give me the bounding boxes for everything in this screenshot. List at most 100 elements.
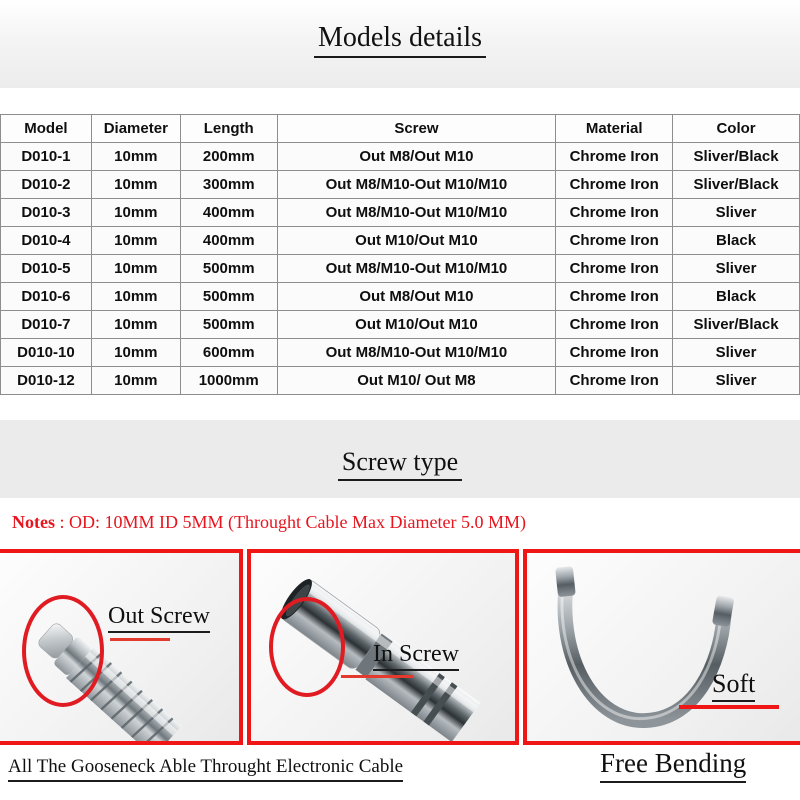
spec-table: Model Diameter Length Screw Material Col… [0,114,800,395]
cell-color: Black [673,227,799,254]
notes-label: Notes [12,511,55,532]
cell-screw: Out M10/Out M10 [277,227,556,254]
cell-diameter: 10mm [91,339,180,366]
gooseneck-cable-caption-text: All The Gooseneck Able Throught Electron… [8,756,404,782]
cell-model: D010-1 [1,143,91,170]
cell-color: Sliver [673,339,799,366]
column-header-model: Model [1,115,91,142]
photo-panel-row: Out Screw In Screw Soft [0,549,800,745]
cell-color: Black [673,283,799,310]
free-bending-caption: Free Bending [600,748,747,783]
cell-material: Chrome Iron [556,367,673,394]
cell-diameter: 10mm [91,255,180,282]
cell-screw: Out M8/M10-Out M10/M10 [277,171,556,198]
table-row: D010-2 10mm 300mm Out M8/M10-Out M10/M10 Chr… [1,171,799,198]
cell-diameter: 10mm [91,311,180,338]
gooseneck-cable-caption: All The Gooseneck Able Throught Electron… [8,756,404,782]
in-screw-label: In Screw [373,641,459,671]
cell-screw: Out M8/Out M10 [277,143,556,170]
cell-screw: Out M8/M10-Out M10/M10 [277,199,556,226]
out-screw-highlight-circle [22,595,104,707]
cell-color: Sliver [673,255,799,282]
out-screw-accent-rule [110,638,170,641]
spacer-below-table [0,392,800,420]
panel-soft-bending: Soft [523,549,800,745]
cell-diameter: 10mm [91,171,180,198]
notes-text: Notes : OD: 10MM ID 5MM (Throught Cable … [0,512,526,533]
column-header-material: Material [556,115,673,142]
cell-material: Chrome Iron [556,311,673,338]
cell-diameter: 10mm [91,227,180,254]
table-row: D010-7 10mm 500mm Out M10/Out M10 Chrome Iro… [1,311,799,338]
screw-type-title: Screw type [0,447,800,481]
cell-color: Sliver [673,367,799,394]
cell-length: 1000mm [180,367,277,394]
table-row: D010-4 10mm 400mm Out M10/Out M10 Chrome Iro… [1,227,799,254]
cell-material: Chrome Iron [556,143,673,170]
cell-model: D010-2 [1,171,91,198]
cell-model: D010-4 [1,227,91,254]
cell-model: D010-7 [1,311,91,338]
cell-screw: Out M10/ Out M8 [277,367,556,394]
cell-color: Sliver/Black [673,171,799,198]
cell-material: Chrome Iron [556,199,673,226]
table-row: D010-3 10mm 400mm Out M8/M10-Out M10/M10 Chr… [1,199,799,226]
spacer-above-table [0,88,800,114]
free-bending-caption-text: Free Bending [600,748,747,783]
cell-color: Sliver/Black [673,143,799,170]
spec-table-body: D010-1 10mm 200mm Out M8/Out M10 Chrome Iron… [1,143,799,394]
in-screw-accent-rule [341,675,413,678]
table-header-row: Model Diameter Length Screw Material Col… [1,115,799,142]
cell-model: D010-12 [1,367,91,394]
cell-material: Chrome Iron [556,339,673,366]
in-screw-highlight-circle [269,597,345,697]
panel-out-screw: Out Screw [0,549,243,745]
cell-diameter: 10mm [91,199,180,226]
cell-length: 600mm [180,339,277,366]
cell-length: 300mm [180,171,277,198]
table-row: D010-1 10mm 200mm Out M8/Out M10 Chrome Iron… [1,143,799,170]
cell-length: 400mm [180,199,277,226]
cell-screw: Out M8/M10-Out M10/M10 [277,255,556,282]
cell-screw: Out M8/Out M10 [277,283,556,310]
models-title-text: Models details [313,22,487,58]
cell-model: D010-3 [1,199,91,226]
cell-screw: Out M8/M10-Out M10/M10 [277,339,556,366]
column-header-color: Color [673,115,799,142]
soft-label: Soft [712,669,756,702]
cell-diameter: 10mm [91,283,180,310]
column-header-length: Length [180,115,277,142]
cell-model: D010-5 [1,255,91,282]
page-title: Models details [0,22,800,58]
notes-bar: Notes : OD: 10MM ID 5MM (Throught Cable … [0,498,800,546]
cell-model: D010-6 [1,283,91,310]
cell-screw: Out M10/Out M10 [277,311,556,338]
table-row: D010-10 10mm 600mm Out M8/M10-Out M10/M10 Ch… [1,339,799,366]
soft-label-text: Soft [712,669,756,702]
bottom-caption-row: All The Gooseneck Able Throught Electron… [0,748,800,800]
cell-length: 400mm [180,227,277,254]
notes-body: : OD: 10MM ID 5MM (Throught Cable Max Di… [55,511,526,532]
column-header-screw: Screw [277,115,556,142]
cell-length: 500mm [180,283,277,310]
column-header-diameter: Diameter [91,115,180,142]
cell-model: D010-10 [1,339,91,366]
out-screw-label: Out Screw [108,603,210,633]
cell-material: Chrome Iron [556,283,673,310]
cell-material: Chrome Iron [556,227,673,254]
out-screw-label-text: Out Screw [108,603,210,633]
cell-diameter: 10mm [91,143,180,170]
cell-color: Sliver/Black [673,311,799,338]
soft-accent-rule [679,705,779,709]
table-row: D010-12 10mm 1000mm Out M10/ Out M8 Chrome I… [1,367,799,394]
in-screw-label-text: In Screw [373,641,459,671]
table-row: D010-6 10mm 500mm Out M8/Out M10 Chrome Iron… [1,283,799,310]
table-row: D010-5 10mm 500mm Out M8/M10-Out M10/M10 Chr… [1,255,799,282]
screw-title-text: Screw type [337,447,463,481]
spec-table-container: Model Diameter Length Screw Material Col… [0,114,800,395]
cell-color: Sliver [673,199,799,226]
cell-material: Chrome Iron [556,255,673,282]
cell-length: 500mm [180,255,277,282]
cell-length: 200mm [180,143,277,170]
cell-length: 500mm [180,311,277,338]
